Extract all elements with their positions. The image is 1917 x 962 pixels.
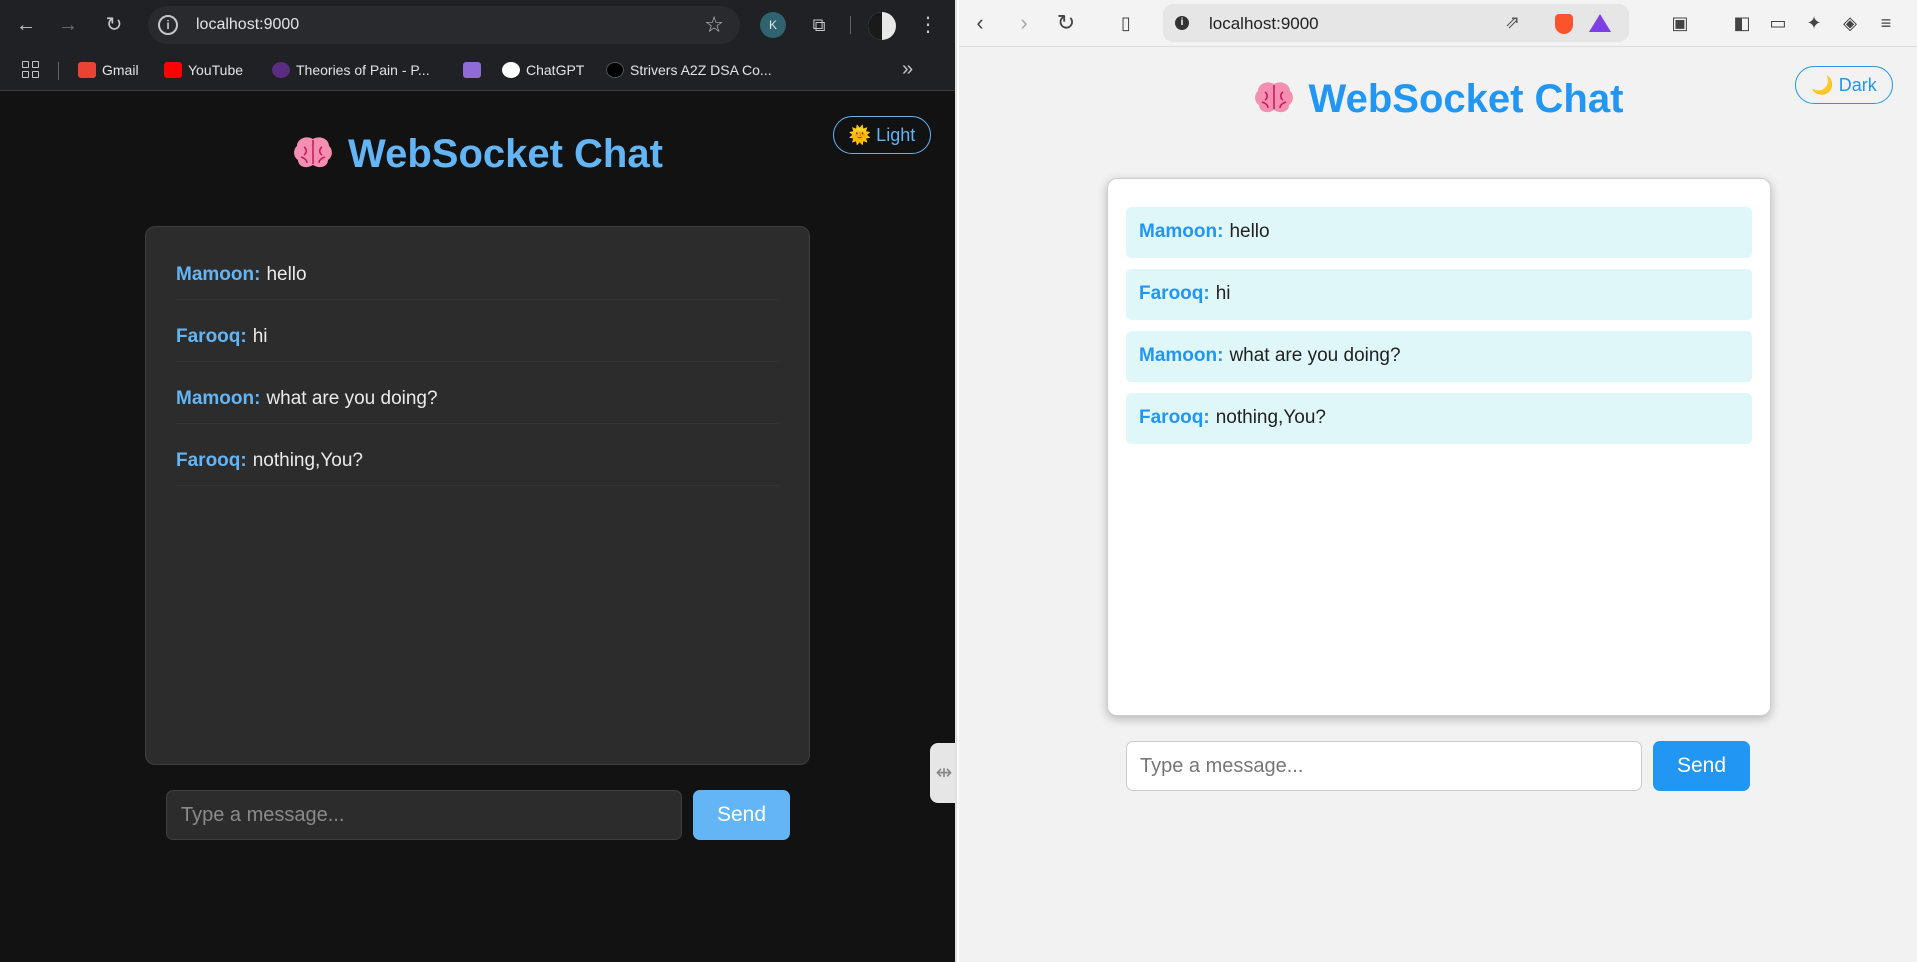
dark-chat-page: WebSocket Chat 🌞 Light Mamoon: hello Faro… <box>0 92 955 962</box>
split-view-handle[interactable]: ⇹ <box>930 743 955 803</box>
bookmark-label: Gmail <box>102 62 139 78</box>
bookmark-label: Theories of Pain - P... <box>296 62 430 78</box>
message-text: hello <box>266 264 307 285</box>
left-browser-toolbar: ← → ↻ i localhost:9000 ☆ K ⧉ ⋮ <box>0 0 955 50</box>
chat-message: Farooq: nothing,You? <box>176 441 779 486</box>
bookmark-youtube[interactable]: YouTube <box>164 60 243 80</box>
brave-menu-icon[interactable]: ≡ <box>1873 10 1899 36</box>
chat-messages-box: Mamoon: hello Farooq: hi Mamoon: what are y… <box>145 226 810 765</box>
bookmarks-bar: Gmail YouTube Theories of Pain - P... Ch… <box>0 50 955 91</box>
gmail-icon <box>78 62 96 78</box>
profile-avatar[interactable] <box>868 12 896 40</box>
back-icon[interactable]: ‹ <box>967 10 993 36</box>
chat-message: Farooq: nothing,You? <box>1126 393 1752 444</box>
takeuforward-icon <box>606 62 624 78</box>
right-browser-window: ‹ › ↻ ▯ i localhost:9000 ⇗ ▣ ◧ ▭ ✦ ◈ ≡ W… <box>959 0 1917 962</box>
chat-message: Farooq: hi <box>1126 269 1752 320</box>
site-info-icon[interactable]: i <box>158 15 178 35</box>
bookmark-label: ChatGPT <box>526 62 585 78</box>
wallet-icon[interactable]: ▭ <box>1765 10 1791 36</box>
light-chat-page: WebSocket Chat 🌙 Dark Mamoon: hello Faroo… <box>959 47 1917 962</box>
message-text: hi <box>252 326 268 347</box>
message-sender: Mamoon: <box>1139 221 1224 242</box>
message-text: what are you doing? <box>266 388 438 409</box>
toolbar-divider <box>850 16 851 34</box>
left-address-bar[interactable]: i localhost:9000 ☆ <box>148 6 740 44</box>
back-icon[interactable]: ← <box>14 13 38 37</box>
chat-message: Mamoon: what are you doing? <box>1126 331 1752 382</box>
tab-search-icon[interactable]: ▣ <box>1667 10 1693 36</box>
site-info-icon[interactable]: i <box>1175 16 1189 30</box>
reload-icon[interactable]: ↻ <box>1053 10 1079 36</box>
message-input[interactable] <box>1126 741 1642 791</box>
share-icon[interactable]: ⇗ <box>1505 12 1520 33</box>
theme-toggle-button[interactable]: 🌙 Dark <box>1795 66 1893 104</box>
message-text: hi <box>1215 283 1231 304</box>
bookmark-gmail[interactable]: Gmail <box>78 60 139 80</box>
bookmark-icon[interactable]: ▯ <box>1113 10 1139 36</box>
forward-icon[interactable]: › <box>1011 10 1037 36</box>
chat-message: Mamoon: hello <box>176 255 779 300</box>
chat-message: Mamoon: hello <box>1126 207 1752 258</box>
page-title: WebSocket Chat <box>0 132 955 177</box>
message-sender: Farooq: <box>176 326 247 347</box>
brain-icon <box>1254 82 1293 113</box>
bookmark-unnamed[interactable] <box>463 60 487 80</box>
send-button[interactable]: Send <box>693 790 790 840</box>
bookmark-label: YouTube <box>188 62 244 78</box>
chatgpt-icon <box>502 62 520 78</box>
theme-toggle-button[interactable]: 🌞 Light <box>833 116 931 154</box>
right-address-bar[interactable]: i localhost:9000 ⇗ <box>1163 4 1629 42</box>
chat-messages-box: Mamoon: hello Farooq: hi Mamoon: what are y… <box>1107 178 1771 716</box>
extensions-puzzle-icon[interactable]: ⧉ <box>806 12 832 38</box>
vpn-icon[interactable]: ◈ <box>1837 10 1863 36</box>
bookmarks-divider <box>58 62 59 80</box>
right-url-text[interactable]: localhost:9000 <box>1209 14 1319 34</box>
message-input[interactable] <box>166 790 682 840</box>
chat-message: Farooq: hi <box>176 317 779 362</box>
title-text: WebSocket Chat <box>348 132 663 176</box>
bookmark-label: Strivers A2Z DSA Co... <box>630 62 772 78</box>
brave-shields-icon[interactable] <box>1555 14 1573 34</box>
send-button[interactable]: Send <box>1653 741 1750 791</box>
message-sender: Farooq: <box>1139 407 1210 428</box>
extension-k-icon[interactable]: K <box>760 12 786 38</box>
more-bookmarks-icon[interactable]: » <box>902 58 913 81</box>
message-sender: Mamoon: <box>176 388 261 409</box>
title-text: WebSocket Chat <box>1308 77 1624 121</box>
chat-message: Mamoon: what are you doing? <box>176 379 779 424</box>
bookmark-strivers[interactable]: Strivers A2Z DSA Co... <box>606 60 772 80</box>
sidebar-icon[interactable]: ◧ <box>1729 10 1755 36</box>
apps-grid-icon[interactable] <box>22 61 40 79</box>
reload-icon[interactable]: ↻ <box>102 13 126 37</box>
patreon-icon <box>272 62 290 78</box>
brain-icon <box>294 137 332 168</box>
brave-rewards-icon[interactable] <box>1589 14 1611 32</box>
youtube-icon <box>164 62 182 78</box>
right-browser-toolbar: ‹ › ↻ ▯ i localhost:9000 ⇗ ▣ ◧ ▭ ✦ ◈ ≡ <box>959 0 1917 47</box>
bookmark-theories-of-pain[interactable]: Theories of Pain - P... <box>272 60 430 80</box>
bookmark-icon <box>463 62 481 78</box>
bookmark-chatgpt[interactable]: ChatGPT <box>502 60 584 80</box>
message-sender: Mamoon: <box>1139 345 1224 366</box>
left-browser-window: ← → ↻ i localhost:9000 ☆ K ⧉ ⋮ Gmail You… <box>0 0 957 962</box>
left-url-text[interactable]: localhost:9000 <box>196 16 299 34</box>
chrome-menu-icon[interactable]: ⋮ <box>918 12 938 38</box>
message-sender: Mamoon: <box>176 264 261 285</box>
message-sender: Farooq: <box>1139 283 1210 304</box>
bookmark-star-icon[interactable]: ☆ <box>704 12 724 38</box>
message-text: nothing,You? <box>252 450 363 471</box>
message-sender: Farooq: <box>176 450 247 471</box>
message-text: nothing,You? <box>1215 407 1326 428</box>
page-title: WebSocket Chat <box>959 77 1917 122</box>
leo-ai-icon[interactable]: ✦ <box>1801 10 1827 36</box>
message-text: hello <box>1229 221 1270 242</box>
forward-icon[interactable]: → <box>56 13 80 37</box>
message-text: what are you doing? <box>1229 345 1401 366</box>
